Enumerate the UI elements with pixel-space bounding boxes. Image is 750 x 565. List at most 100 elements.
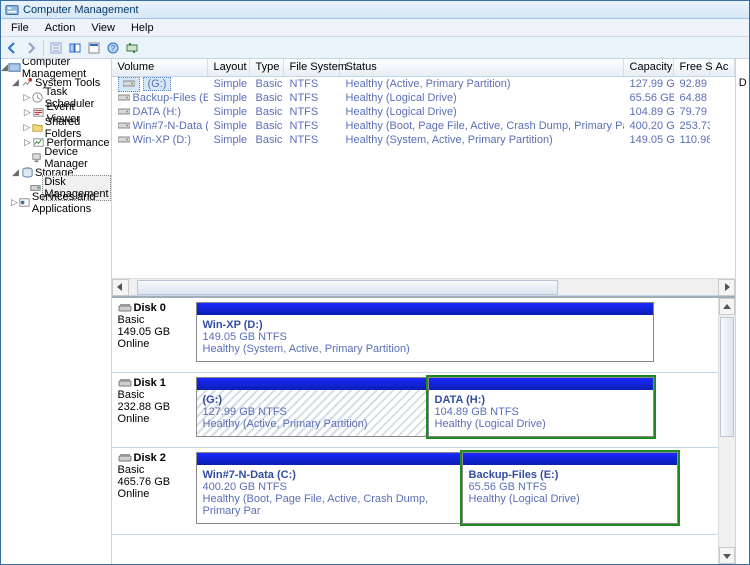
volume-row[interactable]: Win-XP (D:)SimpleBasicNTFSHealthy (Syste… [112, 133, 736, 147]
toolbar-separator [43, 40, 44, 56]
scroll-right-button[interactable] [718, 279, 735, 296]
vertical-scrollbar[interactable] [718, 298, 735, 564]
volume-type: Basic [250, 106, 284, 118]
volume-table-body[interactable]: (G:)SimpleBasicNTFSHealthy (Active, Prim… [112, 77, 736, 278]
refresh-button[interactable] [123, 39, 141, 57]
scroll-left-button[interactable] [112, 279, 129, 296]
partition[interactable]: Win-XP (D:)149.05 GB NTFSHealthy (System… [196, 302, 654, 362]
disk-map-pane: Disk 0Basic149.05 GBOnlineWin-XP (D:)149… [112, 296, 736, 564]
volume-capacity: 149.05 GB [624, 134, 674, 146]
volume-table: Volume Layout Type File System Status Ca… [112, 59, 736, 296]
volume-free: 110.98 [674, 134, 710, 146]
scroll-up-button[interactable] [719, 298, 735, 315]
disk-row: Disk 1Basic232.88 GBOnline (G:)127.99 GB… [112, 373, 736, 448]
th-capacity[interactable]: Capacity [624, 59, 674, 76]
volume-free: 79.79 [674, 106, 710, 118]
partition-header [197, 378, 427, 390]
expand-icon[interactable]: ▷ [23, 107, 32, 118]
actions-pane-collapsed[interactable]: D [735, 59, 749, 564]
volume-layout: Simple [208, 106, 250, 118]
menu-view[interactable]: View [83, 21, 123, 35]
expand-icon[interactable]: ◢ [1, 62, 8, 73]
th-type[interactable]: Type [250, 59, 284, 76]
volume-row[interactable]: (G:)SimpleBasicNTFSHealthy (Active, Prim… [112, 77, 736, 91]
th-status[interactable]: Status [340, 59, 624, 76]
disk-name: Disk 1 [134, 377, 166, 389]
menu-action[interactable]: Action [37, 21, 84, 35]
services-icon [18, 196, 31, 210]
disk-size: 232.88 GB [118, 401, 190, 413]
volume-capacity: 65.56 GB [624, 92, 674, 104]
device-manager-icon [30, 151, 43, 165]
scroll-track[interactable] [129, 279, 719, 296]
expand-icon[interactable]: ▷ [23, 122, 31, 133]
tree-services[interactable]: Services and Applications [31, 191, 111, 215]
partition-size: 104.89 GB NTFS [435, 406, 647, 418]
partition-body: Win#7-N-Data (C:)400.20 GB NTFSHealthy (… [197, 465, 461, 523]
storage-icon [20, 166, 34, 180]
expand-icon[interactable]: ◢ [11, 167, 20, 178]
volume-row[interactable]: Backup-Files (E:)SimpleBasicNTFSHealthy … [112, 91, 736, 105]
scroll-down-button[interactable] [719, 547, 735, 564]
volume-capacity: 400.20 GB [624, 120, 674, 132]
volume-status: Healthy (Boot, Page File, Active, Crash … [340, 120, 624, 132]
partition-size: 127.99 GB NTFS [203, 406, 421, 418]
properties-button[interactable] [85, 39, 103, 57]
scroll-track[interactable] [719, 315, 735, 547]
partition[interactable]: Backup-Files (E:)65.56 GB NTFSHealthy (L… [462, 452, 678, 524]
volume-row[interactable]: DATA (H:)SimpleBasicNTFSHealthy (Logical… [112, 105, 736, 119]
th-actions[interactable]: Ac [710, 59, 736, 76]
volume-fs: NTFS [284, 106, 340, 118]
app-icon [5, 3, 19, 17]
volume-name: Win-XP (D:) [133, 134, 191, 146]
expand-icon[interactable]: ▷ [23, 137, 32, 148]
clock-icon [31, 91, 44, 105]
tree-pane[interactable]: ◢Computer Management ◢System Tools ▷Task… [1, 59, 112, 564]
expand-icon[interactable]: ▷ [23, 92, 31, 103]
disk-state: Online [118, 413, 190, 425]
partition[interactable]: (G:)127.99 GB NTFSHealthy (Active, Prima… [196, 377, 428, 437]
menu-file[interactable]: File [3, 21, 37, 35]
volume-type: Basic [250, 134, 284, 146]
horizontal-scrollbar[interactable] [112, 278, 736, 295]
drive-icon [118, 120, 130, 133]
disk-info: Disk 0Basic149.05 GBOnline [118, 302, 190, 362]
back-button[interactable] [3, 39, 21, 57]
th-volume[interactable]: Volume [112, 59, 208, 76]
expand-icon[interactable]: ▷ [11, 197, 18, 208]
show-hide-tree-button[interactable] [66, 39, 84, 57]
partition-header [463, 453, 677, 465]
th-free[interactable]: Free S [674, 59, 710, 76]
disk-name: Disk 2 [134, 452, 166, 464]
th-filesystem[interactable]: File System [284, 59, 340, 76]
volume-status: Healthy (Logical Drive) [340, 92, 624, 104]
forward-button[interactable] [22, 39, 40, 57]
disk-state: Online [118, 338, 190, 350]
disk-icon [118, 377, 132, 389]
toolbar: ? [1, 37, 749, 59]
partition-name: (G:) [203, 394, 421, 406]
svg-text:?: ? [111, 44, 116, 53]
volume-row[interactable]: Win#7-N-Data (C:)SimpleBasicNTFSHealthy … [112, 119, 736, 133]
partition[interactable]: Win#7-N-Data (C:)400.20 GB NTFSHealthy (… [196, 452, 462, 524]
disk-info: Disk 1Basic232.88 GBOnline [118, 377, 190, 437]
expand-icon[interactable]: ◢ [11, 77, 20, 88]
partition-size: 400.20 GB NTFS [203, 481, 455, 493]
volume-free: 92.89 [674, 78, 710, 90]
partition-size: 149.05 GB NTFS [203, 331, 647, 343]
partition-body: (G:)127.99 GB NTFSHealthy (Active, Prima… [197, 390, 427, 436]
partition-status: Healthy (Logical Drive) [435, 418, 647, 430]
th-layout[interactable]: Layout [208, 59, 250, 76]
scroll-thumb[interactable] [137, 280, 559, 295]
help-button[interactable]: ? [104, 39, 122, 57]
scroll-thumb[interactable] [720, 317, 734, 437]
volume-fs: NTFS [284, 134, 340, 146]
volume-fs: NTFS [284, 78, 340, 90]
partition-status: Healthy (Boot, Page File, Active, Crash … [203, 493, 455, 517]
partition[interactable]: DATA (H:)104.89 GB NTFSHealthy (Logical … [428, 377, 654, 437]
partition-status: Healthy (System, Active, Primary Partiti… [203, 343, 647, 355]
menu-help[interactable]: Help [123, 21, 162, 35]
folder-icon [31, 121, 44, 135]
up-button[interactable] [47, 39, 65, 57]
drive-icon [118, 106, 130, 119]
